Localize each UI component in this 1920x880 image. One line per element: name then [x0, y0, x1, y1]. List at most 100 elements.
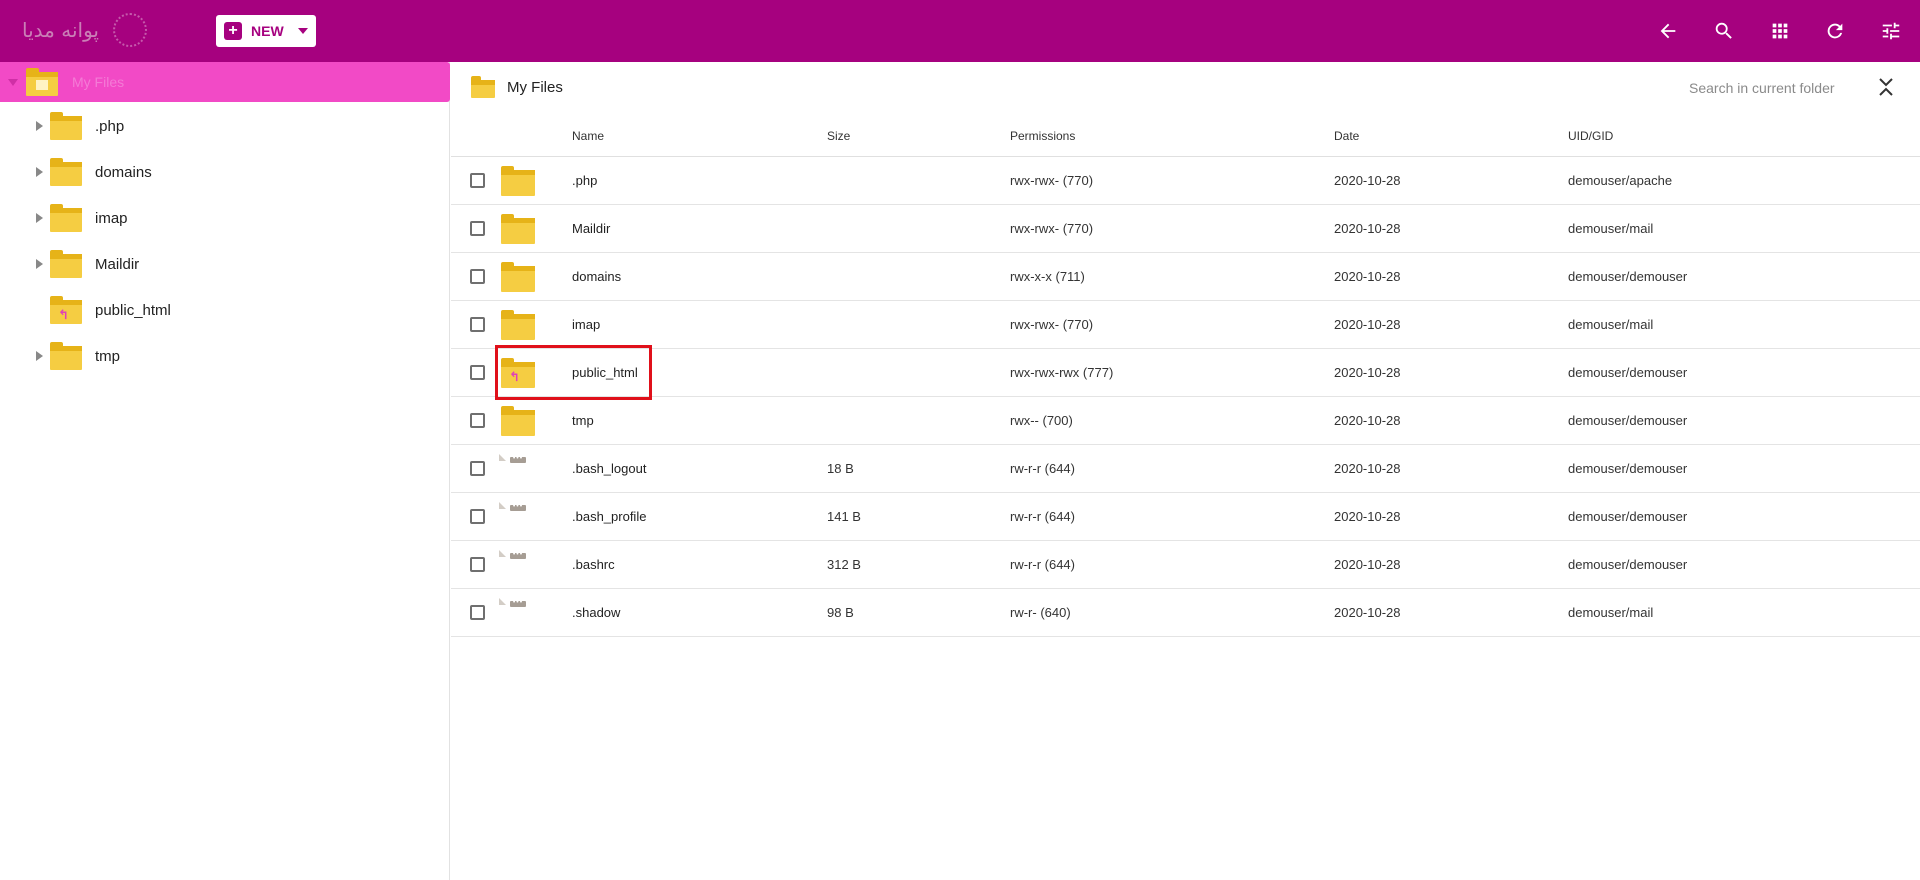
- sidebar-item-label: tmp: [95, 347, 121, 365]
- file-name[interactable]: .shadow: [572, 605, 620, 620]
- sidebar-item-domains[interactable]: domains: [0, 149, 450, 195]
- sidebar-item-php[interactable]: .php: [0, 103, 450, 149]
- file-permissions: rw-r-r (644): [1010, 461, 1075, 476]
- chevron-right-icon[interactable]: [36, 167, 43, 177]
- row-checkbox[interactable]: [470, 317, 485, 332]
- file-date: 2020-10-28: [1334, 173, 1401, 188]
- row-checkbox[interactable]: [470, 173, 485, 188]
- file-uid-gid: demouser/demouser: [1568, 269, 1688, 284]
- folder-icon: [26, 68, 58, 96]
- sidebar-item-imap[interactable]: imap: [0, 195, 450, 241]
- sidebar-root-label: My Files: [72, 74, 125, 90]
- row-checkbox[interactable]: [470, 605, 485, 620]
- file-date: 2020-10-28: [1334, 509, 1401, 524]
- file-name[interactable]: domains: [572, 269, 621, 284]
- file-uid-gid: demouser/demouser: [1568, 461, 1688, 476]
- top-bar: پوانه مدیا + NEW: [0, 0, 1920, 62]
- file-name[interactable]: tmp: [572, 413, 594, 428]
- sidebar-item-label: public_html: [95, 301, 171, 319]
- folder-icon: [471, 76, 495, 98]
- folder-icon: [50, 204, 82, 232]
- breadcrumb-label: My Files: [507, 78, 563, 96]
- file-name[interactable]: .bash_logout: [572, 461, 646, 476]
- row-checkbox[interactable]: [470, 221, 485, 236]
- chevron-right-icon[interactable]: [36, 213, 43, 223]
- file-name[interactable]: public_html: [572, 365, 638, 380]
- file-icon: •••: [499, 502, 526, 517]
- file-name[interactable]: .bash_profile: [572, 509, 646, 524]
- file-date: 2020-10-28: [1334, 269, 1401, 284]
- file-permissions: rw-r-r (644): [1010, 557, 1075, 572]
- row-checkbox[interactable]: [470, 365, 485, 380]
- table-row[interactable]: ↰ public_html rwx-rwx-rwx (777) 2020-10-…: [451, 345, 1920, 400]
- folder-icon: [50, 250, 82, 278]
- table-row[interactable]: domains rwx-x-x (711) 2020-10-28 demouse…: [451, 253, 1920, 301]
- file-name[interactable]: imap: [572, 317, 600, 332]
- file-date: 2020-10-28: [1334, 413, 1401, 428]
- file-name[interactable]: .php: [572, 173, 597, 188]
- logo-emblem-icon: [112, 13, 147, 47]
- sidebar-item-public-html[interactable]: ↰ public_html: [0, 287, 450, 333]
- settings-sliders-icon[interactable]: [1878, 18, 1904, 44]
- table-row[interactable]: Maildir rwx-rwx- (770) 2020-10-28 demous…: [451, 205, 1920, 253]
- sidebar-item-label: Maildir: [95, 255, 140, 273]
- table-header: Name Size Permissions Date UID/GID: [451, 117, 1920, 157]
- file-date: 2020-10-28: [1334, 221, 1401, 236]
- refresh-icon[interactable]: [1822, 18, 1848, 44]
- grid-view-icon[interactable]: [1767, 18, 1793, 44]
- file-permissions: rw-r- (640): [1010, 605, 1071, 620]
- chevron-right-icon[interactable]: [36, 259, 43, 269]
- sidebar-root-my-files[interactable]: My Files: [0, 62, 450, 102]
- logo[interactable]: پوانه مدیا: [22, 10, 194, 50]
- column-header-size[interactable]: Size: [827, 129, 850, 143]
- row-checkbox[interactable]: [470, 509, 485, 524]
- column-header-name[interactable]: Name: [572, 129, 604, 143]
- row-checkbox[interactable]: [470, 269, 485, 284]
- search-input[interactable]: [1689, 77, 1859, 99]
- table-row[interactable]: imap rwx-rwx- (770) 2020-10-28 demouser/…: [451, 301, 1920, 349]
- folder-icon: [50, 342, 82, 370]
- folder-icon: [50, 112, 82, 140]
- row-checkbox[interactable]: [470, 413, 485, 428]
- folder-icon: [50, 158, 82, 186]
- file-permissions: rwx-x-x (711): [1010, 269, 1085, 284]
- file-uid-gid: demouser/demouser: [1568, 509, 1688, 524]
- file-permissions: rwx-- (700): [1010, 413, 1073, 428]
- table-row[interactable]: ••• .bashrc 312 B rw-r-r (644) 2020-10-2…: [451, 541, 1920, 589]
- file-uid-gid: demouser/mail: [1568, 221, 1654, 236]
- sidebar-item-maildir[interactable]: Maildir: [0, 241, 450, 287]
- column-header-permissions[interactable]: Permissions: [1010, 129, 1075, 143]
- file-name[interactable]: Maildir: [572, 221, 610, 236]
- chevron-right-icon[interactable]: [36, 351, 43, 361]
- table-row[interactable]: .php rwx-rwx- (770) 2020-10-28 demouser/…: [451, 157, 1920, 205]
- search-icon[interactable]: [1711, 18, 1737, 44]
- row-checkbox[interactable]: [470, 557, 485, 572]
- breadcrumb[interactable]: My Files: [471, 72, 563, 102]
- file-icon: •••: [499, 598, 526, 613]
- table-row[interactable]: ••• .shadow 98 B rw-r- (640) 2020-10-28 …: [451, 589, 1920, 637]
- table-row[interactable]: tmp rwx-- (700) 2020-10-28 demouser/demo…: [451, 397, 1920, 445]
- new-button[interactable]: + NEW: [216, 15, 316, 47]
- file-name[interactable]: .bashrc: [572, 557, 615, 572]
- column-header-date[interactable]: Date: [1334, 129, 1359, 143]
- sidebar-item-label: .php: [95, 117, 125, 135]
- chevron-down-icon[interactable]: [8, 78, 18, 86]
- file-permissions: rwx-rwx- (770): [1010, 221, 1094, 236]
- back-arrow-icon[interactable]: [1655, 18, 1681, 44]
- file-permissions: rw-r-r (644): [1010, 509, 1075, 524]
- collapse-icon[interactable]: [1876, 76, 1896, 98]
- table-row[interactable]: ••• .bash_logout 18 B rw-r-r (644) 2020-…: [451, 445, 1920, 493]
- link-folder-icon: ↰: [50, 296, 82, 324]
- file-uid-gid: demouser/demouser: [1568, 365, 1688, 380]
- chevron-right-icon[interactable]: [36, 121, 43, 131]
- file-size: 141 B: [827, 509, 861, 524]
- sidebar-item-tmp[interactable]: tmp: [0, 333, 450, 379]
- column-header-uid-gid[interactable]: UID/GID: [1568, 129, 1613, 143]
- table-row[interactable]: ••• .bash_profile 141 B rw-r-r (644) 202…: [451, 493, 1920, 541]
- file-permissions: rwx-rwx-rwx (777): [1010, 365, 1114, 380]
- file-date: 2020-10-28: [1334, 317, 1401, 332]
- file-uid-gid: demouser/demouser: [1568, 413, 1688, 428]
- sidebar-item-label: domains: [95, 163, 152, 181]
- row-checkbox[interactable]: [470, 461, 485, 476]
- file-uid-gid: demouser/mail: [1568, 317, 1654, 332]
